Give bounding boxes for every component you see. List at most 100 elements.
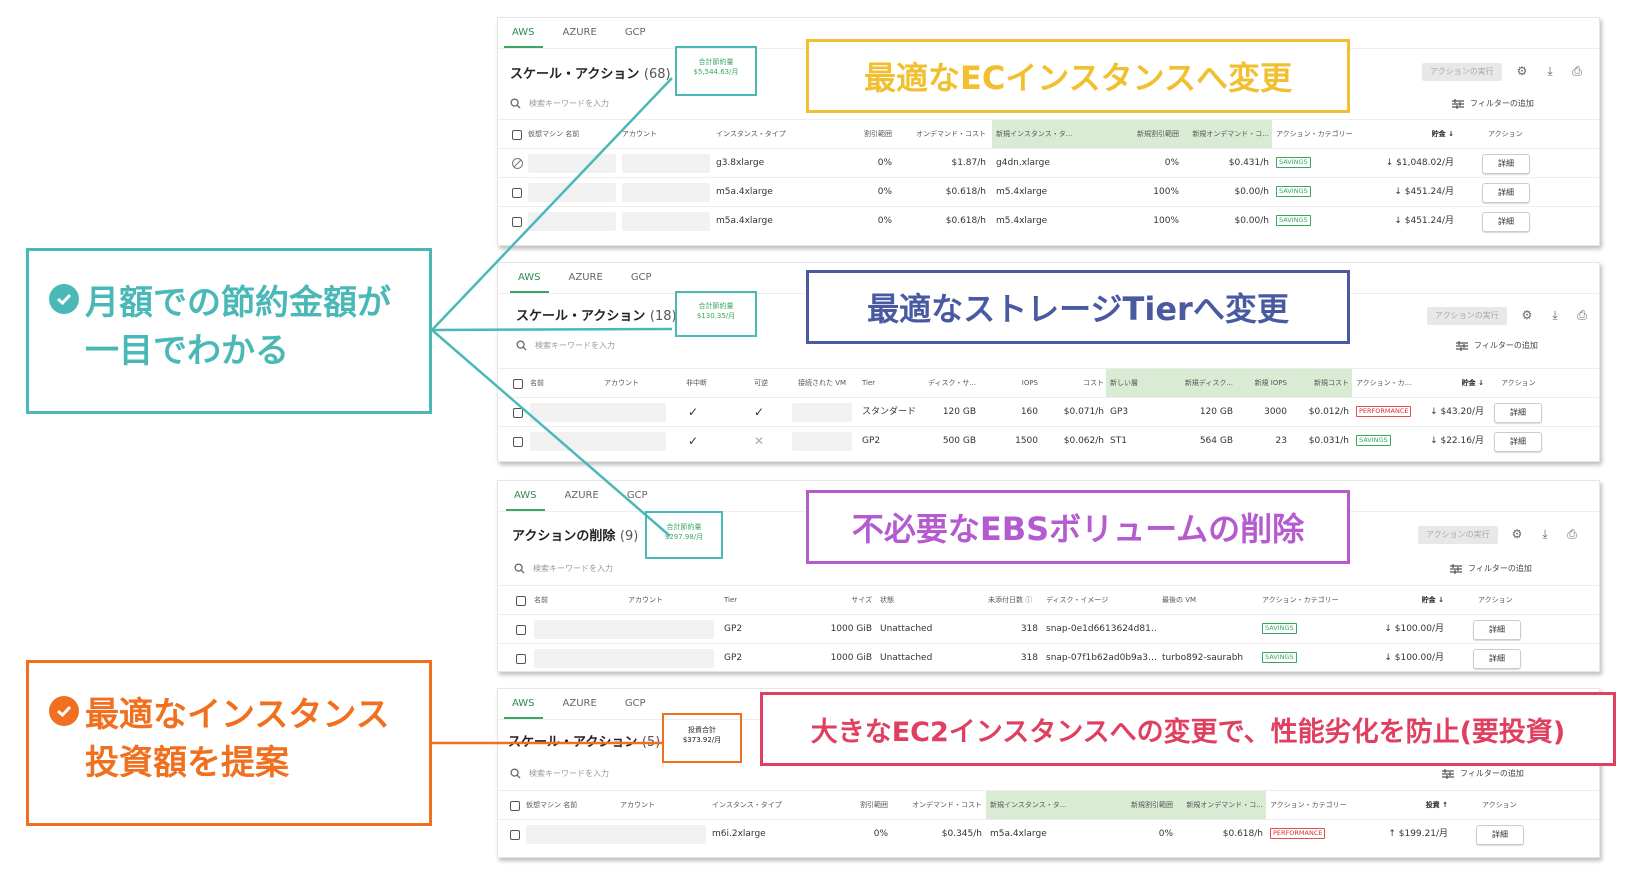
col-disk-image[interactable]: ディスク・イメージ	[1046, 586, 1108, 615]
detail-button[interactable]: 詳細	[1482, 183, 1530, 203]
detail-button[interactable]: 詳細	[1482, 154, 1530, 174]
col-new-discount[interactable]: 新規割引範囲	[1120, 120, 1182, 149]
col-new-tier[interactable]: 新しい層	[1106, 369, 1166, 398]
download-icon[interactable]: ⤓	[1543, 64, 1557, 78]
add-filter-button[interactable]: フィルターの追加	[1456, 340, 1538, 351]
col-account[interactable]: アカウント	[628, 586, 663, 615]
search-bar[interactable]: 検索キーワードを入力	[510, 98, 609, 109]
col-tier[interactable]: Tier	[862, 369, 875, 398]
col-action-category[interactable]: アクション・カテゴリー	[1262, 586, 1339, 615]
col-instance-type[interactable]: インスタンス・タイプ	[712, 791, 782, 820]
row-checkbox[interactable]	[516, 654, 526, 664]
row-checkbox[interactable]	[516, 625, 526, 635]
execute-action-button[interactable]: アクションの実行	[1422, 63, 1502, 81]
tab-azure[interactable]: AZURE	[559, 689, 601, 719]
col-action-category[interactable]: アクション・カ...	[1356, 369, 1411, 398]
col-investment[interactable]: 投資 ↑	[1392, 791, 1448, 820]
print-icon[interactable]: ⎙	[1575, 308, 1589, 322]
col-non-disruptive[interactable]: 非中断	[686, 369, 707, 398]
tab-azure[interactable]: AZURE	[565, 263, 607, 293]
col-savings[interactable]: 貯金 ↓	[1398, 120, 1454, 149]
detail-button[interactable]: 詳細	[1473, 649, 1521, 669]
col-last-vm[interactable]: 最後の VM	[1162, 586, 1196, 615]
add-filter-button[interactable]: フィルターの追加	[1452, 98, 1534, 109]
tab-gcp[interactable]: GCP	[627, 263, 656, 293]
detail-button[interactable]: 詳細	[1482, 212, 1530, 232]
row-checkbox[interactable]	[510, 830, 520, 840]
col-instance-type[interactable]: インスタンス・タイプ	[716, 120, 786, 149]
col-account[interactable]: アカウント	[620, 791, 655, 820]
print-icon[interactable]: ⎙	[1570, 64, 1584, 78]
execute-action-button[interactable]: アクションの実行	[1427, 307, 1507, 325]
col-savings[interactable]: 貯金 ↓	[1428, 369, 1484, 398]
search-bar[interactable]: 検索キーワードを入力	[514, 563, 613, 574]
col-cost[interactable]: コスト	[1048, 369, 1104, 398]
download-icon[interactable]: ⤓	[1548, 308, 1562, 322]
col-disk-size[interactable]: ディスク・サ...	[908, 369, 976, 398]
tab-aws[interactable]: AWS	[504, 689, 543, 719]
tab-gcp[interactable]: GCP	[621, 689, 650, 719]
tab-azure[interactable]: AZURE	[561, 481, 603, 511]
col-ondemand[interactable]: オンデマンド・コスト	[894, 791, 982, 820]
tab-gcp[interactable]: GCP	[623, 481, 652, 511]
search-bar[interactable]: 検索キーワードを入力	[510, 768, 609, 779]
add-filter-button[interactable]: フィルターの追加	[1450, 563, 1532, 574]
instance-type: m6i.2xlarge	[712, 829, 766, 839]
col-new-iops[interactable]: 新規 IOPS	[1236, 369, 1290, 398]
search-bar[interactable]: 検索キーワードを入力	[516, 340, 615, 351]
select-all-checkbox[interactable]	[512, 130, 522, 140]
tab-aws[interactable]: AWS	[510, 263, 549, 293]
row-checkbox[interactable]	[513, 408, 523, 418]
download-icon[interactable]: ⤓	[1538, 527, 1552, 541]
execute-action-button[interactable]: アクションの実行	[1418, 526, 1498, 544]
row-checkbox[interactable]	[512, 217, 522, 227]
col-new-disk[interactable]: 新規ディスク...	[1166, 369, 1236, 398]
tab-aws[interactable]: AWS	[504, 18, 543, 48]
select-all-checkbox[interactable]	[513, 379, 523, 389]
col-ondemand[interactable]: オンデマンド・コスト	[898, 120, 986, 149]
col-name[interactable]: 名前	[530, 369, 544, 398]
col-action-category[interactable]: アクション・カテゴリー	[1276, 120, 1353, 149]
col-new-discount[interactable]: 新規割引範囲	[1114, 791, 1176, 820]
col-account[interactable]: アカウント	[622, 120, 657, 149]
col-reversible[interactable]: 可逆	[754, 369, 768, 398]
row-checkbox[interactable]	[512, 188, 522, 198]
gear-icon[interactable]: ⚙	[1510, 527, 1524, 541]
col-unattached-days[interactable]: 未添付日数 ⓘ	[988, 586, 1032, 615]
col-size[interactable]: サイズ	[808, 586, 872, 615]
col-account[interactable]: アカウント	[604, 369, 639, 398]
filter-icon	[1450, 563, 1462, 574]
detail-button[interactable]: 詳細	[1494, 432, 1542, 452]
col-action-category[interactable]: アクション・カテゴリー	[1270, 791, 1347, 820]
col-new-instance[interactable]: 新規インスタンス・タ...	[986, 791, 1114, 820]
detail-button[interactable]: 詳細	[1476, 825, 1524, 845]
col-new-cost[interactable]: 新規コスト	[1290, 369, 1352, 398]
print-icon[interactable]: ⎙	[1565, 527, 1579, 541]
col-discount[interactable]: 割引範囲	[838, 120, 892, 149]
col-iops[interactable]: IOPS	[988, 369, 1038, 398]
add-filter-button[interactable]: フィルターの追加	[1442, 768, 1524, 779]
gear-icon[interactable]: ⚙	[1515, 64, 1529, 78]
col-new-ondemand[interactable]: 新規オンデマンド・コ...	[1176, 791, 1266, 820]
col-new-instance[interactable]: 新規インスタンス・タ...	[992, 120, 1120, 149]
col-new-ondemand[interactable]: 新規オンデマンド・コ...	[1182, 120, 1272, 149]
col-name[interactable]: 名前	[534, 586, 548, 615]
col-vm-name[interactable]: 仮想マシン 名前	[526, 791, 577, 820]
tab-aws[interactable]: AWS	[506, 481, 545, 511]
iops: 1500	[1015, 436, 1038, 446]
detail-button[interactable]: 詳細	[1473, 620, 1521, 640]
select-all-checkbox[interactable]	[516, 596, 526, 606]
tab-azure[interactable]: AZURE	[559, 18, 601, 48]
col-attached-vm[interactable]: 接続された VM	[798, 369, 846, 398]
col-vm-name[interactable]: 仮想マシン 名前	[528, 120, 579, 149]
select-all-checkbox[interactable]	[510, 801, 520, 811]
col-state[interactable]: 状態	[880, 586, 894, 615]
new-ondemand-cost: $0.00/h	[1234, 216, 1269, 226]
col-discount[interactable]: 割引範囲	[834, 791, 888, 820]
col-savings[interactable]: 貯金 ↓	[1388, 586, 1444, 615]
detail-button[interactable]: 詳細	[1494, 403, 1542, 423]
col-tier[interactable]: Tier	[724, 586, 737, 615]
gear-icon[interactable]: ⚙	[1520, 308, 1534, 322]
tab-gcp[interactable]: GCP	[621, 18, 650, 48]
row-checkbox[interactable]	[513, 437, 523, 447]
